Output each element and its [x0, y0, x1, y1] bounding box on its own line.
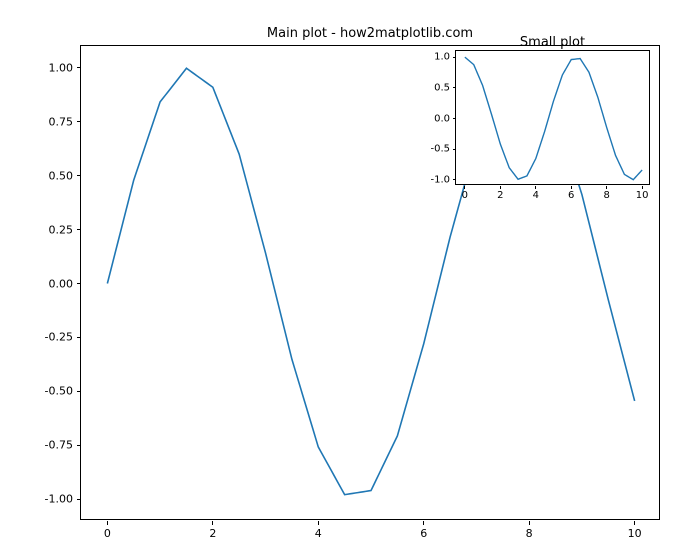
inset-series-line: [465, 57, 642, 180]
x-tick-mark: [642, 186, 643, 189]
y-tick-mark: [77, 121, 81, 122]
x-tick-mark: [606, 186, 607, 189]
x-tick-mark: [634, 521, 635, 525]
y-tick-mark: [77, 283, 81, 284]
x-tick-label: 4: [533, 190, 539, 201]
x-tick-mark: [500, 186, 501, 189]
y-tick-label: -0.75: [45, 439, 73, 452]
y-tick-label: 0.75: [49, 115, 74, 128]
x-tick-label: 6: [568, 190, 574, 201]
inset-plot-line: [456, 51, 651, 186]
x-tick-mark: [423, 521, 424, 525]
x-tick-label: 2: [497, 190, 503, 201]
y-tick-mark: [453, 118, 456, 119]
figure: Main plot - how2matplotlib.com 0246810-1…: [0, 0, 700, 560]
y-tick-mark: [77, 67, 81, 68]
x-tick-label: 0: [104, 527, 111, 540]
x-tick-mark: [571, 186, 572, 189]
y-tick-mark: [77, 175, 81, 176]
x-tick-mark: [318, 521, 319, 525]
y-tick-label: 1.00: [49, 61, 74, 74]
y-tick-label: 0.0: [434, 113, 450, 124]
x-tick-mark: [535, 186, 536, 189]
x-tick-label: 8: [526, 527, 533, 540]
y-tick-label: -0.50: [45, 385, 73, 398]
inset-plot-axes: Small plot 0246810-1.0-0.50.00.51.0: [455, 50, 650, 185]
y-tick-label: -0.25: [45, 331, 73, 344]
y-tick-mark: [77, 337, 81, 338]
x-tick-label: 10: [628, 527, 642, 540]
y-tick-mark: [453, 149, 456, 150]
x-tick-mark: [529, 521, 530, 525]
y-tick-label: 1.0: [434, 52, 450, 63]
y-tick-mark: [453, 179, 456, 180]
y-tick-mark: [77, 499, 81, 500]
y-tick-label: 0.5: [434, 82, 450, 93]
x-tick-label: 8: [603, 190, 609, 201]
y-tick-mark: [453, 57, 456, 58]
y-tick-mark: [77, 391, 81, 392]
y-tick-mark: [77, 229, 81, 230]
inset-plot-title: Small plot: [456, 35, 649, 50]
y-tick-label: 0.50: [49, 169, 74, 182]
x-tick-label: 0: [462, 190, 468, 201]
y-tick-mark: [77, 445, 81, 446]
y-tick-label: -1.00: [45, 493, 73, 506]
x-tick-mark: [464, 186, 465, 189]
y-tick-label: -1.0: [430, 174, 450, 185]
y-tick-mark: [453, 87, 456, 88]
y-tick-label: 0.00: [49, 277, 74, 290]
x-tick-mark: [212, 521, 213, 525]
x-tick-label: 2: [209, 527, 216, 540]
x-tick-label: 10: [636, 190, 649, 201]
y-tick-label: 0.25: [49, 223, 74, 236]
x-tick-mark: [107, 521, 108, 525]
x-tick-label: 6: [420, 527, 427, 540]
y-tick-label: -0.5: [430, 144, 450, 155]
x-tick-label: 4: [315, 527, 322, 540]
